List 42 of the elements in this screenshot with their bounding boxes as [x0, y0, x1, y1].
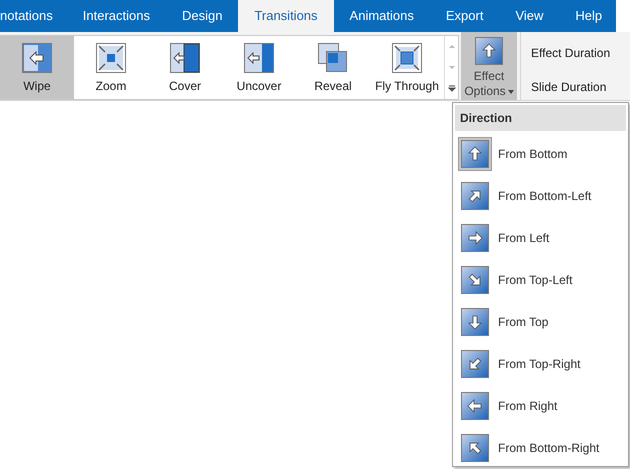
menu-tab[interactable]: Animations	[334, 0, 430, 32]
caret-icon	[508, 90, 514, 94]
direction-item[interactable]: From Top	[455, 301, 626, 343]
direction-item[interactable]: From Bottom-Right	[455, 427, 626, 469]
arrow-tile-icon	[475, 37, 503, 65]
menu-tab[interactable]: View	[499, 0, 560, 32]
menu-tab[interactable]: Design	[166, 0, 238, 32]
timing-label: Effect Duration	[531, 45, 610, 62]
arrow-tile-icon	[461, 140, 489, 168]
arrow-tile-icon	[461, 266, 489, 294]
arrow-tile-icon	[461, 350, 489, 378]
transition-item[interactable]: Reveal	[296, 36, 370, 99]
transition-item[interactable]: Cover	[148, 36, 222, 99]
direction-item[interactable]: From Bottom	[455, 133, 626, 175]
direction-item[interactable]: From Left	[455, 217, 626, 259]
menu-tab[interactable]: Help	[559, 0, 618, 32]
arrow-tile-icon	[21, 42, 53, 74]
cover-icon	[169, 42, 201, 74]
arrow-tile-icon	[461, 308, 489, 336]
direction-item[interactable]: From Bottom-Left	[455, 175, 626, 217]
menu-tab[interactable]: Interactions	[66, 0, 166, 32]
timing-label: Slide Duration	[531, 79, 608, 96]
arrow-tile-icon	[461, 434, 489, 462]
arrow-tile-icon	[461, 182, 489, 210]
uncover-icon	[243, 42, 275, 74]
direction-item[interactable]: From Right	[455, 385, 626, 427]
fly-through-icon	[391, 42, 423, 74]
arrow-tile-icon	[461, 224, 489, 252]
reveal-icon	[317, 42, 349, 74]
transition-item[interactable]: Zoom	[74, 36, 148, 99]
menu-tab[interactable]: Export	[430, 0, 500, 32]
transition-item[interactable]: Uncover	[222, 36, 296, 99]
direction-item[interactable]: From Top-Right	[455, 343, 626, 385]
effect-options-button[interactable]: Effect Options	[461, 32, 517, 100]
arrow-tile-icon	[461, 392, 489, 420]
zoom-icon	[95, 42, 127, 74]
transition-item[interactable]: Fly Through	[370, 36, 444, 99]
menu-tab[interactable]: Transitions	[238, 0, 334, 32]
menu-tab[interactable]: notations	[0, 0, 67, 32]
transition-item[interactable]: Wipe	[0, 36, 74, 99]
direction-item[interactable]: From Top-Left	[455, 259, 626, 301]
menu-header: Direction	[455, 105, 626, 131]
